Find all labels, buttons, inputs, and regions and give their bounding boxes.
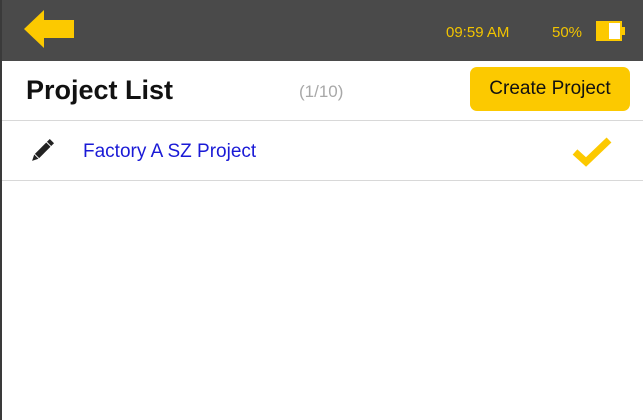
status-time: 09:59 AM [446, 24, 510, 41]
arrow-left-icon [24, 10, 74, 48]
header: Project List (1/10) Create Project [2, 61, 643, 121]
project-count: (1/10) [299, 82, 344, 101]
back-button[interactable] [24, 9, 74, 49]
project-name[interactable]: Factory A SZ Project [83, 141, 256, 163]
status-bar: 09:59 AM 50% [2, 0, 643, 61]
create-project-button[interactable]: Create Project [470, 67, 630, 111]
battery-icon [596, 21, 625, 41]
page-title: Project List [26, 75, 174, 105]
battery-percent: 50% [552, 24, 583, 41]
app-screen: 09:59 AM 50% Project List (1/10) Create … [0, 0, 643, 420]
project-list-item[interactable]: Factory A SZ Project [2, 121, 643, 181]
checkmark-icon [572, 137, 612, 167]
pencil-icon[interactable] [28, 137, 56, 165]
